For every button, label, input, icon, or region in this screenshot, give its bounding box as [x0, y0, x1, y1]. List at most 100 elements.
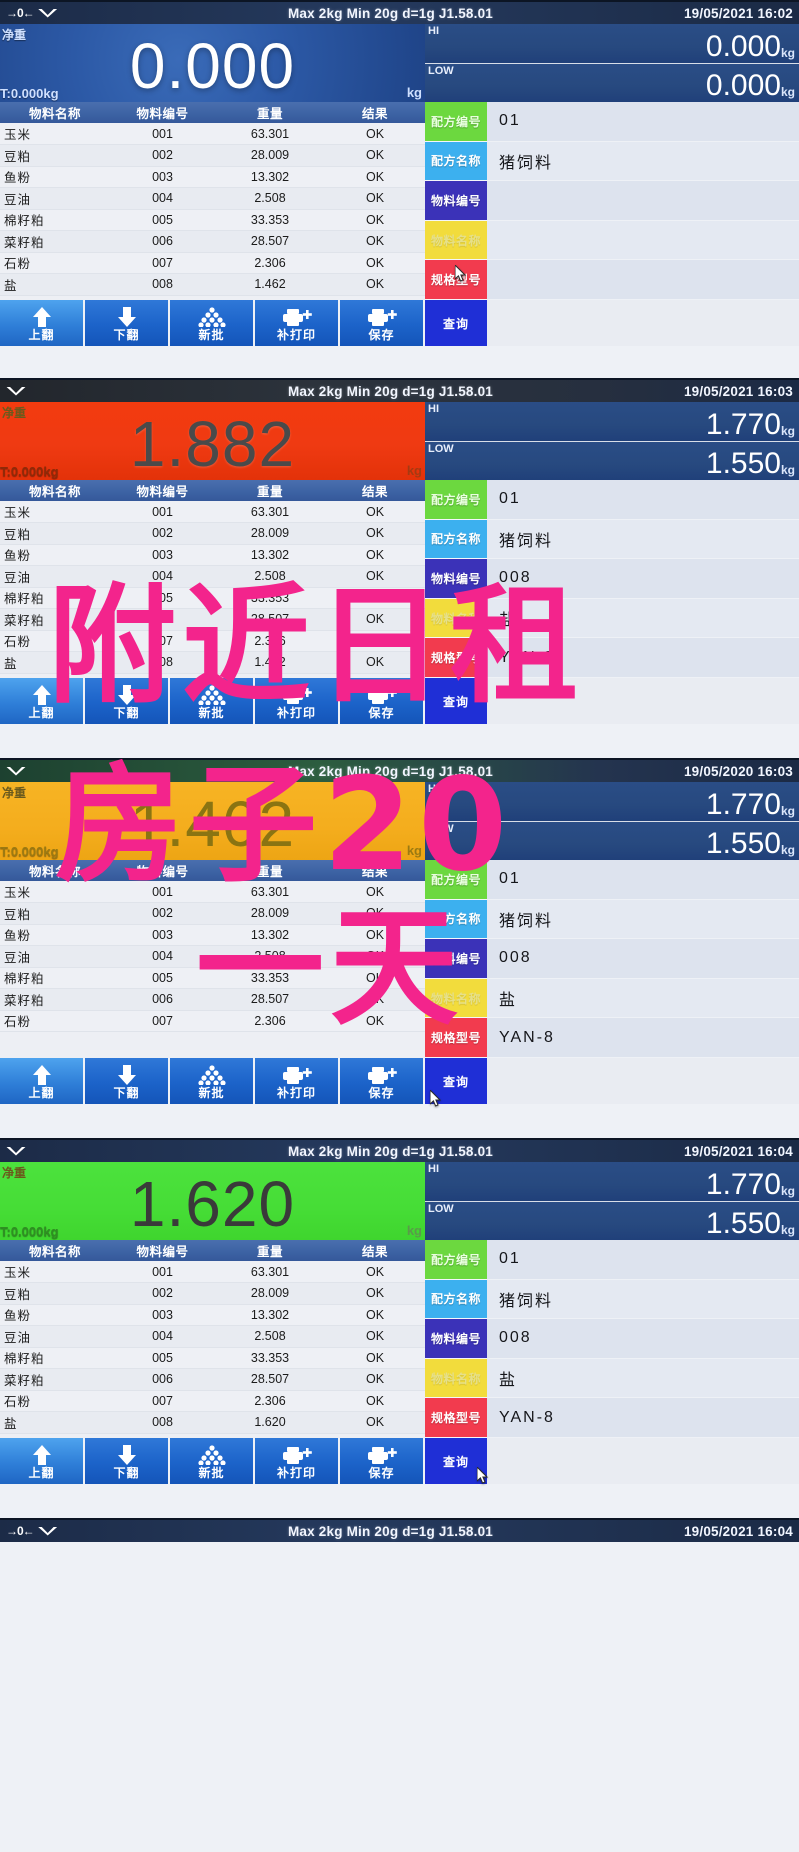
tare-label: T:0.000kg	[0, 844, 59, 859]
table-row[interactable]: 鱼粉 003 13.302 OK	[0, 544, 425, 566]
side-key-recipe-name[interactable]: 配方名称	[425, 899, 487, 940]
table-row[interactable]: 菜籽粕 006 28.507 OK	[0, 1368, 425, 1391]
material-table-body[interactable]: 玉米 001 63.301 OK 豆粕 002 28.009 OK 鱼粉 003 13.302 OK 豆…	[0, 123, 425, 296]
query-button[interactable]: 查询	[425, 1438, 487, 1484]
side-key-material-code[interactable]: 物料编号	[425, 181, 487, 221]
new-batch-button[interactable]: 新批	[170, 1058, 255, 1104]
table-row[interactable]: 玉米 001 63.301 OK	[0, 123, 425, 145]
side-key-material-code[interactable]: 物料编号	[425, 559, 487, 599]
table-row[interactable]: 豆粕 002 28.009 OK	[0, 902, 425, 925]
side-value-recipe-code: 01	[487, 1240, 799, 1280]
table-row[interactable]: 石粉 007 2.306 OK	[0, 1390, 425, 1412]
table-row[interactable]: 豆油 004 2.508 OK	[0, 187, 425, 210]
cell-result: OK	[325, 252, 425, 274]
cell-result: OK	[325, 1282, 425, 1305]
side-key-recipe-code[interactable]: 配方编号	[425, 860, 487, 900]
hi-label: HI	[428, 1163, 439, 1175]
cell-result: OK	[325, 501, 425, 523]
side-key-recipe-name[interactable]: 配方名称	[425, 1279, 487, 1320]
side-key-recipe-name[interactable]: 配方名称	[425, 141, 487, 182]
table-row[interactable]: 鱼粉 003 13.302 OK	[0, 166, 425, 188]
new-batch-button[interactable]: 新批	[170, 1438, 255, 1484]
table-row[interactable]: 菜籽粕 006 28.507 OK	[0, 988, 425, 1011]
query-button[interactable]: 查询	[425, 678, 487, 724]
status-bar: →0← Max 2kg Min 20g d=1g J1.58.01 19/05/…	[0, 1520, 799, 1542]
table-row[interactable]: 玉米 001 63.301 OK	[0, 1261, 425, 1283]
reprint-button[interactable]: 补打印	[255, 678, 340, 724]
material-table-body[interactable]: 玉米 001 63.301 OK 豆粕 002 28.009 OK 鱼粉 003 13.302 OK 豆…	[0, 881, 425, 1032]
side-value-material-name: 盐	[487, 1358, 799, 1399]
table-row[interactable]: 棉籽粕 005 33.353 OK	[0, 1347, 425, 1369]
table-row[interactable]: 菜籽粕 006 28.507 OK	[0, 608, 425, 631]
recipe-side-panel: 配方编号 配方名称 物料编号 物料名称 规格型号 01 猪饲料	[425, 102, 799, 300]
save-button[interactable]: 保存	[340, 1438, 425, 1484]
side-key-recipe-code[interactable]: 配方编号	[425, 102, 487, 142]
page-down-button[interactable]: 下翻	[85, 1438, 170, 1484]
page-down-label: 下翻	[113, 1085, 140, 1100]
page-up-button[interactable]: 上翻	[0, 1438, 85, 1484]
reprint-button[interactable]: 补打印	[255, 1438, 340, 1484]
table-row[interactable]: 豆油 004 2.508 OK	[0, 565, 425, 588]
page-up-button[interactable]: 上翻	[0, 300, 85, 346]
side-key-material-code[interactable]: 物料编号	[425, 1319, 487, 1359]
table-row[interactable]: 石粉 007 2.306 OK	[0, 630, 425, 652]
cell-material-name: 豆粕	[0, 902, 110, 925]
side-key-spec-model[interactable]: 规格型号	[425, 1398, 487, 1438]
reprint-button[interactable]: 补打印	[255, 1058, 340, 1104]
side-key-recipe-code[interactable]: 配方编号	[425, 480, 487, 520]
reprint-button[interactable]: 补打印	[255, 300, 340, 346]
table-row[interactable]: 盐 008 1.462 OK	[0, 651, 425, 674]
side-key-material-name[interactable]: 物料名称	[425, 220, 487, 261]
cell-result: OK	[325, 230, 425, 253]
table-header-row: 物料名称 物料编号 重量 结果	[0, 480, 425, 501]
new-batch-button[interactable]: 新批	[170, 300, 255, 346]
table-row[interactable]: 棉籽粕 005 33.353 OK	[0, 587, 425, 609]
printer-plus-icon	[281, 684, 313, 706]
side-key-material-name[interactable]: 物料名称	[425, 978, 487, 1019]
table-row[interactable]: 豆油 004 2.508 OK	[0, 945, 425, 968]
side-key-spec-model[interactable]: 规格型号	[425, 1018, 487, 1058]
page-down-label: 下翻	[113, 705, 140, 720]
table-row[interactable]: 豆粕 002 28.009 OK	[0, 144, 425, 167]
material-table-body[interactable]: 玉米 001 63.301 OK 豆粕 002 28.009 OK 鱼粉 003 13.302 OK 豆…	[0, 501, 425, 674]
page-up-button[interactable]: 上翻	[0, 1058, 85, 1104]
save-button[interactable]: 保存	[340, 678, 425, 724]
table-row[interactable]: 盐 008 1.620 OK	[0, 1411, 425, 1434]
table-row[interactable]: 石粉 007 2.306 OK	[0, 1010, 425, 1032]
table-row[interactable]: 棉籽粕 005 33.353 OK	[0, 209, 425, 231]
table-row[interactable]: 豆油 004 2.508 OK	[0, 1325, 425, 1348]
side-key-spec-model[interactable]: 规格型号	[425, 638, 487, 678]
table-row[interactable]: 鱼粉 003 13.302 OK	[0, 1304, 425, 1326]
table-row[interactable]: 石粉 007 2.306 OK	[0, 252, 425, 274]
side-key-spec-model[interactable]: 规格型号	[425, 260, 487, 300]
save-button[interactable]: 保存	[340, 1058, 425, 1104]
page-down-button[interactable]: 下翻	[85, 678, 170, 724]
new-batch-button[interactable]: 新批	[170, 678, 255, 724]
table-row[interactable]: 玉米 001 63.301 OK	[0, 501, 425, 523]
side-key-material-code[interactable]: 物料编号	[425, 939, 487, 979]
page-down-button[interactable]: 下翻	[85, 1058, 170, 1104]
bottom-toolbar: 上翻 下翻 新批 补打印 保存 查询	[0, 678, 799, 724]
side-key-recipe-name[interactable]: 配方名称	[425, 519, 487, 560]
side-key-material-name[interactable]: 物料名称	[425, 598, 487, 639]
table-row[interactable]: 豆粕 002 28.009 OK	[0, 1282, 425, 1305]
low-limit-cell: LOW 0.000 kg	[425, 63, 799, 102]
page-down-button[interactable]: 下翻	[85, 300, 170, 346]
material-table-body[interactable]: 玉米 001 63.301 OK 豆粕 002 28.009 OK 鱼粉 003 13.302 OK 豆…	[0, 1261, 425, 1434]
table-row[interactable]: 棉籽粕 005 33.353 OK	[0, 967, 425, 989]
cell-result: OK	[325, 1325, 425, 1348]
table-row[interactable]: 玉米 001 63.301 OK	[0, 881, 425, 903]
table-row[interactable]: 菜籽粕 006 28.507 OK	[0, 230, 425, 253]
save-button[interactable]: 保存	[340, 300, 425, 346]
page-up-button[interactable]: 上翻	[0, 678, 85, 724]
side-key-recipe-code[interactable]: 配方编号	[425, 1240, 487, 1280]
side-key-material-name[interactable]: 物料名称	[425, 1358, 487, 1399]
cell-result: OK	[325, 1411, 425, 1434]
query-button[interactable]: 查询	[425, 1058, 487, 1104]
table-row[interactable]: 盐 008 1.462 OK	[0, 273, 425, 296]
net-weight-area: 净重 1.462 T:0.000kg kg	[0, 782, 425, 860]
table-row[interactable]: 鱼粉 003 13.302 OK	[0, 924, 425, 946]
query-button[interactable]: 查询	[425, 300, 487, 346]
table-row[interactable]: 豆粕 002 28.009 OK	[0, 522, 425, 545]
toolbar-filler	[487, 300, 799, 346]
